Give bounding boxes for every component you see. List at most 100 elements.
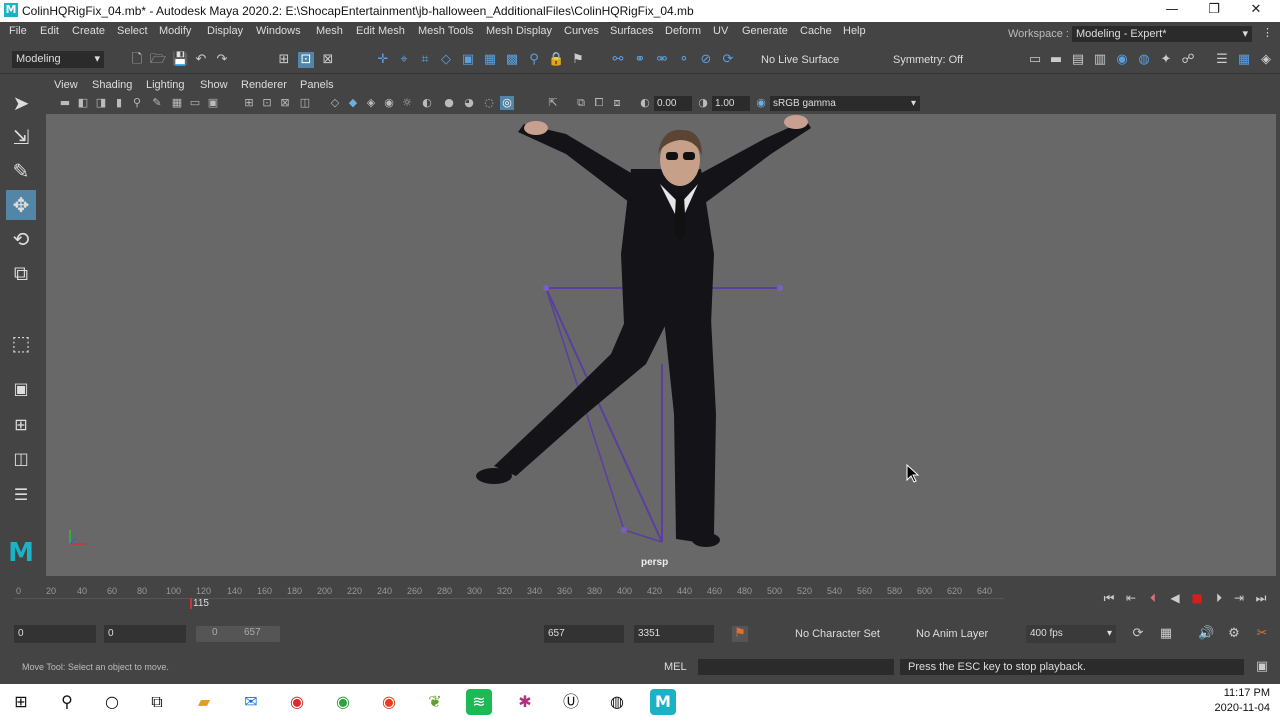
fps-select[interactable]: 400 fps ▾ (1026, 625, 1116, 643)
open-scene-icon[interactable]: 🗁 (150, 52, 166, 68)
shadows-icon[interactable]: ◐ (420, 96, 434, 110)
menu-deform[interactable]: Deform (665, 25, 701, 37)
anim-layer-select[interactable]: No Anim Layer (916, 628, 988, 640)
bookmarks-icon[interactable]: ◨ (94, 96, 108, 110)
step-back-key-icon[interactable]: ⇤ (1122, 590, 1140, 606)
menu-file[interactable]: File (9, 25, 27, 37)
loop-icon[interactable]: ⟳ (1130, 626, 1146, 642)
current-frame-indicator[interactable]: 115 (190, 598, 209, 609)
range-slider[interactable]: 0 657 (196, 626, 280, 642)
close-button[interactable]: ✕ (1236, 2, 1276, 20)
menu-help[interactable]: Help (843, 25, 866, 37)
anim-end-field[interactable]: 657 (544, 625, 624, 643)
safe-title-icon[interactable]: ◫ (298, 96, 312, 110)
obs-icon[interactable]: ◍ (604, 689, 630, 715)
resolution-gate-icon[interactable]: ▣ (206, 96, 220, 110)
snap-point-icon[interactable]: ⌗ (417, 52, 433, 68)
persp-outliner-icon[interactable]: ◫ (6, 444, 36, 474)
script-language-button[interactable]: MEL (664, 661, 687, 673)
character-controls-icon[interactable]: ☍ (1180, 52, 1196, 68)
menu-mesh-tools[interactable]: Mesh Tools (418, 25, 473, 37)
step-forward-frame-icon[interactable]: ⏵ (1210, 590, 1228, 606)
snap-view-plane-icon[interactable]: ◇ (438, 52, 454, 68)
smooth-shade-icon[interactable]: ◆ (346, 96, 360, 110)
grease-pencil-icon[interactable]: ✎ (150, 96, 164, 110)
construction-icon[interactable]: ⚭ (632, 52, 648, 68)
view-transform-select[interactable]: sRGB gamma ▾ (770, 96, 920, 111)
outliner-icon[interactable]: ☰ (6, 480, 36, 510)
panel-menu-show[interactable]: Show (200, 79, 228, 91)
file-explorer-icon[interactable]: ▰ (191, 689, 217, 715)
slack-icon[interactable]: ✱ (512, 689, 538, 715)
menu-create[interactable]: Create (72, 25, 105, 37)
unreal-engine-icon[interactable]: Ⓤ (558, 689, 584, 715)
anim-start-field[interactable]: 0 (104, 625, 186, 643)
select-component-icon[interactable]: ⊠ (320, 52, 336, 68)
single-perspective-view-icon[interactable]: ▣ (6, 374, 36, 404)
auto-key-icon[interactable]: ⚑ (732, 626, 748, 642)
menu-select[interactable]: Select (117, 25, 148, 37)
snap-grid-icon[interactable]: ✛ (375, 52, 391, 68)
menu-mesh-display[interactable]: Mesh Display (486, 25, 552, 37)
restore-button[interactable]: ❐ (1194, 2, 1234, 20)
panel-menu-renderer[interactable]: Renderer (241, 79, 287, 91)
wireframe-icon[interactable]: ◇ (328, 96, 342, 110)
time-slider[interactable]: 0 20 40 60 80 100 120 140 160 180 200 22… (0, 580, 1280, 616)
animation-prefs-icon[interactable]: ⚙ (1226, 626, 1242, 642)
camera-attributes-icon[interactable]: ◧ (76, 96, 90, 110)
menu-uv[interactable]: UV (713, 25, 728, 37)
wireframe-on-shaded-icon[interactable]: ◈ (364, 96, 378, 110)
channel-box-icon[interactable]: ▦ (1236, 52, 1252, 68)
lasso-tool-icon[interactable]: ⇲ (6, 122, 36, 152)
panel-menu-shading[interactable]: Shading (92, 79, 132, 91)
select-object-icon[interactable]: ⊡ (298, 52, 314, 68)
render-frame-icon[interactable]: ▬ (1048, 52, 1064, 68)
input-ops-icon[interactable]: ⚮ (654, 52, 670, 68)
panel-menu-lighting[interactable]: Lighting (146, 79, 185, 91)
film-gate-icon[interactable]: ▭ (188, 96, 202, 110)
new-scene-icon[interactable]: 🗋 (129, 52, 145, 68)
menu-edit[interactable]: Edit (40, 25, 59, 37)
selection-mask-icon[interactable]: ⚑ (570, 52, 586, 68)
workspace-select[interactable]: Modeling - Expert* ▾ (1072, 26, 1252, 42)
go-to-start-icon[interactable]: ⏮ (1100, 590, 1118, 606)
anti-aliasing-icon[interactable]: ◌ (482, 96, 496, 110)
snap-surface-icon[interactable]: ▣ (460, 52, 476, 68)
grid-icon[interactable]: ▦ (170, 96, 184, 110)
gamma-field[interactable]: 1.00 (712, 96, 750, 111)
character-tool-icon[interactable]: ✂ (1254, 626, 1270, 642)
scale-tool-icon[interactable]: ⧉ (6, 258, 36, 288)
chrome-canary-icon[interactable]: ◉ (376, 689, 402, 715)
safe-action-icon[interactable]: ⊠ (278, 96, 292, 110)
hypershade-icon[interactable]: ◉ (1114, 52, 1130, 68)
menu-modify[interactable]: Modify (159, 25, 191, 37)
character-set-select[interactable]: No Character Set (795, 628, 880, 640)
playback-speed-icon[interactable]: ▦ (1158, 626, 1174, 642)
move-tool-icon[interactable]: ✥ (6, 190, 36, 220)
output-ops-icon[interactable]: ⚬ (676, 52, 692, 68)
refresh-icon[interactable]: ⟳ (720, 52, 736, 68)
redo-icon[interactable]: ↷ (214, 52, 230, 68)
start-time-field[interactable]: 0 (14, 625, 96, 643)
save-scene-icon[interactable]: 💾 (172, 52, 188, 68)
menu-set-select[interactable]: Modeling ▾ (12, 51, 104, 68)
menu-surfaces[interactable]: Surfaces (610, 25, 653, 37)
menu-display[interactable]: Display (207, 25, 243, 37)
panel-menu-panels[interactable]: Panels (300, 79, 334, 91)
menu-mesh[interactable]: Mesh (316, 25, 343, 37)
spotify-icon[interactable]: ≋ (466, 689, 492, 715)
render-settings-icon[interactable]: ▥ (1092, 52, 1108, 68)
exposure-icon[interactable]: ◐ (638, 96, 652, 110)
select-tool-icon[interactable]: ➤ (6, 88, 36, 118)
symmetry-label[interactable]: Symmetry: Off (893, 54, 963, 66)
step-back-frame-icon[interactable]: ⏴ (1144, 590, 1162, 606)
chrome-profile-icon[interactable]: ◉ (330, 689, 356, 715)
task-view-icon[interactable]: ⧉ (144, 689, 170, 715)
select-camera-icon[interactable]: ▬ (58, 96, 72, 110)
undo-icon[interactable]: ↶ (193, 52, 209, 68)
modeling-toolkit-icon[interactable]: ✦ (1158, 52, 1174, 68)
snap-edge-icon[interactable]: ⚲ (526, 52, 542, 68)
select-hierarchy-icon[interactable]: ⊞ (276, 52, 292, 68)
history-icon[interactable]: ⚯ (610, 52, 626, 68)
menu-windows[interactable]: Windows (256, 25, 301, 37)
